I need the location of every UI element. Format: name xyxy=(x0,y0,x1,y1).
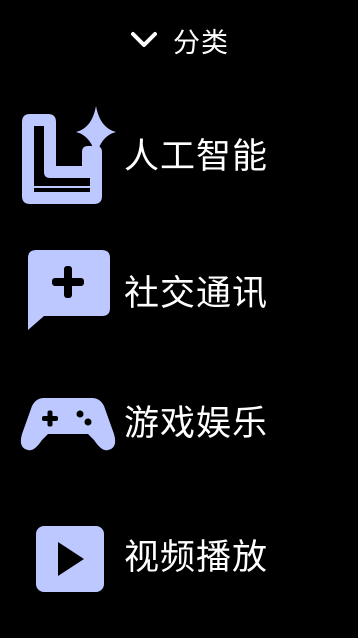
category-label: 视频播放 xyxy=(124,538,269,578)
gamepad-icon xyxy=(18,394,118,494)
play-icon xyxy=(18,524,118,624)
category-label: 社交通讯 xyxy=(124,274,269,314)
category-label: 游戏娱乐 xyxy=(124,404,269,444)
ai-sparkle-icon xyxy=(18,106,118,206)
category-item-social[interactable]: 社交通讯 xyxy=(0,244,358,354)
category-label: 人工智能 xyxy=(124,137,269,177)
chat-plus-icon xyxy=(18,248,118,348)
category-header[interactable]: 分类 xyxy=(0,18,358,62)
category-item-game[interactable]: 游戏娱乐 xyxy=(0,374,358,484)
category-title: 分类 xyxy=(173,27,229,59)
category-item-ai[interactable]: 人工智能 xyxy=(0,106,358,216)
chevron-down-icon xyxy=(129,28,159,52)
category-item-video[interactable]: 视频播放 xyxy=(0,508,358,618)
